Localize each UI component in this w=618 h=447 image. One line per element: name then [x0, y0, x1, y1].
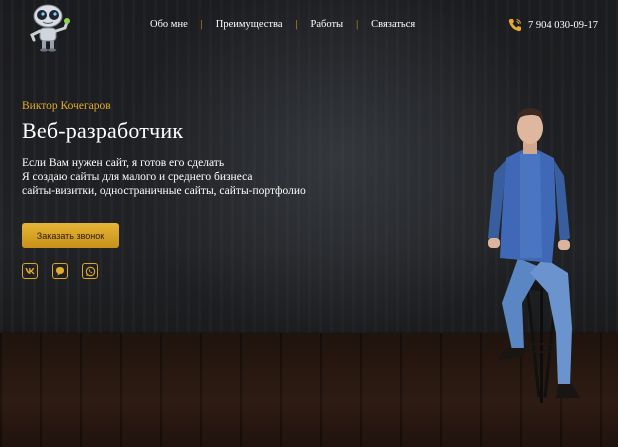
main-nav: Обо мне | Преимущества | Работы | Связат…: [150, 19, 415, 30]
hero-section: Виктор Кочегаров Веб-разработчик Если Ва…: [22, 100, 342, 198]
description-line: сайты-визитки, одностраничные сайты, сай…: [22, 185, 306, 197]
order-call-button[interactable]: Заказать звонок: [22, 223, 119, 248]
developer-photo: [488, 108, 580, 403]
social-links: [22, 263, 98, 279]
description-line: Если Вам нужен сайт, я готов его сделать: [22, 157, 225, 169]
hero-description: Если Вам нужен сайт, я готов его сделать…: [22, 156, 342, 198]
robot-logo-icon[interactable]: [26, 2, 74, 52]
vk-icon[interactable]: [22, 263, 38, 279]
phone-icon: [508, 18, 522, 32]
nav-separator: |: [200, 19, 203, 30]
whatsapp-icon[interactable]: [82, 263, 98, 279]
phone-contact[interactable]: 7 904 030-09-17: [507, 17, 598, 33]
nav-item-works[interactable]: Работы: [311, 19, 344, 30]
nav-item-contact[interactable]: Связаться: [371, 19, 415, 30]
chat-icon[interactable]: [52, 263, 68, 279]
nav-separator: |: [356, 19, 359, 30]
site-header: Обо мне | Преимущества | Работы | Связат…: [0, 0, 618, 55]
page-title: Веб-разработчик: [22, 118, 184, 143]
author-name: Виктор Кочегаров: [22, 100, 111, 112]
nav-item-about[interactable]: Обо мне: [150, 19, 188, 30]
nav-separator: |: [295, 19, 298, 30]
description-line: Я создаю сайты для малого и среднего биз…: [22, 171, 253, 183]
nav-item-advantages[interactable]: Преимущества: [216, 19, 283, 30]
phone-number: 7 904 030-09-17: [528, 19, 598, 31]
